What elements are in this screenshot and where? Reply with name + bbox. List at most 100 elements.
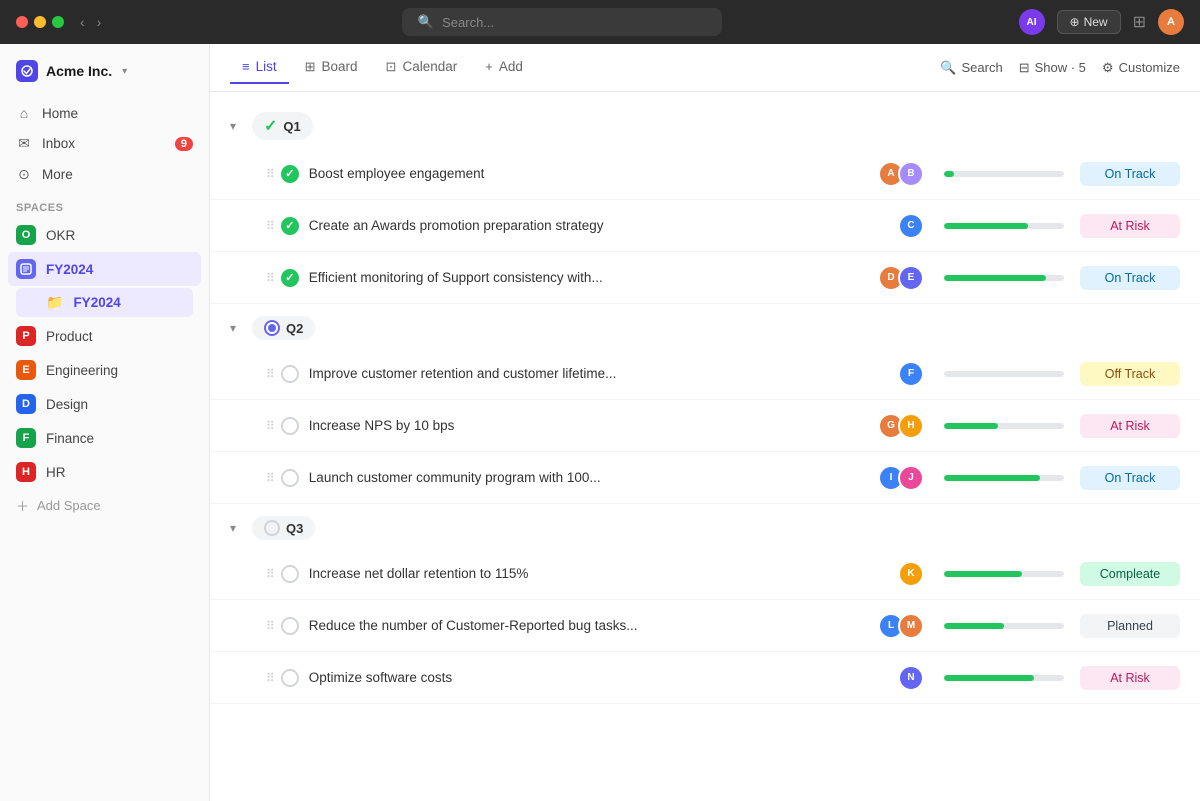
- task-row[interactable]: ⠿ Efficient monitoring of Support consis…: [210, 252, 1200, 304]
- task-avatars: F: [898, 361, 924, 387]
- quarter-toggle[interactable]: ▾: [230, 521, 244, 535]
- q-empty-icon: [264, 520, 280, 536]
- drag-handle[interactable]: ⠿: [266, 271, 275, 285]
- forward-button[interactable]: ›: [93, 12, 106, 32]
- task-checkbox[interactable]: [281, 565, 299, 583]
- task-avatars: AB: [878, 161, 924, 187]
- drag-handle[interactable]: ⠿: [266, 219, 275, 233]
- space-item-design[interactable]: D Design: [8, 387, 201, 421]
- status-badge: At Risk: [1080, 666, 1180, 690]
- customize-action[interactable]: ⚙ Customize: [1102, 60, 1180, 76]
- space-item-finance[interactable]: F Finance: [8, 421, 201, 455]
- close-button[interactable]: [16, 16, 28, 28]
- quarter-header-q3[interactable]: ▾ Q3: [210, 504, 1200, 548]
- sidebar-nav: ⌂ Home ✉ Inbox 9 ⊙ More: [0, 94, 209, 194]
- task-list: ▾ ✓ Q1 ⠿ Boost employee engagement AB On…: [210, 92, 1200, 801]
- task-checkbox[interactable]: [281, 365, 299, 383]
- task-avatars: C: [898, 213, 924, 239]
- task-avatars: GH: [878, 413, 924, 439]
- task-row[interactable]: ⠿ Boost employee engagement AB On Track: [210, 148, 1200, 200]
- brand-header[interactable]: Acme Inc. ▾: [0, 56, 209, 94]
- task-avatars: LM: [878, 613, 924, 639]
- ai-badge[interactable]: AI: [1019, 9, 1045, 35]
- task-checkbox[interactable]: [281, 469, 299, 487]
- space-subfolder-fy2024[interactable]: 📁 FY2024: [16, 288, 193, 317]
- minimize-button[interactable]: [34, 16, 46, 28]
- space-item-engineering[interactable]: E Engineering: [8, 353, 201, 387]
- task-name: Optimize software costs: [309, 670, 898, 685]
- title-bar-left: ‹ ›: [16, 12, 105, 32]
- quarter-label: Q1: [283, 119, 300, 134]
- task-row[interactable]: ⠿ Increase net dollar retention to 115% …: [210, 548, 1200, 600]
- folder-icon: 📁: [46, 294, 63, 311]
- home-icon: ⌂: [16, 105, 32, 121]
- task-row[interactable]: ⠿ Increase NPS by 10 bps GH At Risk: [210, 400, 1200, 452]
- task-progress: [944, 571, 1064, 577]
- space-item-okr[interactable]: O OKR: [8, 218, 201, 252]
- status-badge: Planned: [1080, 614, 1180, 638]
- toolbar-actions: 🔍 Search ⊟ Show · 5 ⚙ Customize: [940, 60, 1180, 76]
- grid-icon[interactable]: ⊞: [1133, 12, 1146, 32]
- quarter-header-q2[interactable]: ▾ Q2: [210, 304, 1200, 348]
- tab-board[interactable]: ⊞ Board: [293, 51, 370, 85]
- task-checkbox[interactable]: [281, 217, 299, 235]
- list-icon: ≡: [242, 59, 250, 74]
- task-row[interactable]: ⠿ Improve customer retention and custome…: [210, 348, 1200, 400]
- task-checkbox[interactable]: [281, 669, 299, 687]
- space-dot-fy2024: [16, 259, 36, 279]
- task-name: Improve customer retention and customer …: [309, 366, 898, 381]
- task-avatar: C: [898, 213, 924, 239]
- maximize-button[interactable]: [52, 16, 64, 28]
- task-progress: [944, 623, 1064, 629]
- space-item-hr[interactable]: H HR: [8, 455, 201, 489]
- task-name: Create an Awards promotion preparation s…: [309, 218, 898, 233]
- status-badge: At Risk: [1080, 214, 1180, 238]
- sidebar-item-more[interactable]: ⊙ More: [8, 159, 201, 190]
- add-space-button[interactable]: ＋ Add Space: [0, 489, 209, 522]
- task-checkbox[interactable]: [281, 269, 299, 287]
- space-item-product[interactable]: P Product: [8, 319, 201, 353]
- space-item-fy2024-parent[interactable]: FY2024: [8, 252, 201, 286]
- tab-calendar[interactable]: ⊡ Calendar: [374, 51, 470, 85]
- space-dot-finance: F: [16, 428, 36, 448]
- task-row[interactable]: ⠿ Create an Awards promotion preparation…: [210, 200, 1200, 252]
- main-content: ≡ List ⊞ Board ⊡ Calendar + Add 🔍: [210, 44, 1200, 801]
- task-progress: [944, 275, 1064, 281]
- drag-handle[interactable]: ⠿: [266, 567, 275, 581]
- drag-handle[interactable]: ⠿: [266, 671, 275, 685]
- task-checkbox[interactable]: [281, 417, 299, 435]
- task-avatar: J: [898, 465, 924, 491]
- search-action[interactable]: 🔍 Search: [940, 60, 1002, 76]
- task-row[interactable]: ⠿ Launch customer community program with…: [210, 452, 1200, 504]
- quarter-toggle[interactable]: ▾: [230, 321, 244, 335]
- drag-handle[interactable]: ⠿: [266, 167, 275, 181]
- task-row[interactable]: ⠿ Reduce the number of Customer-Reported…: [210, 600, 1200, 652]
- quarter-header-q1[interactable]: ▾ ✓ Q1: [210, 100, 1200, 148]
- drag-handle[interactable]: ⠿: [266, 471, 275, 485]
- drag-handle[interactable]: ⠿: [266, 367, 275, 381]
- add-tab-icon: +: [485, 59, 493, 74]
- task-progress: [944, 371, 1064, 377]
- user-avatar[interactable]: A: [1158, 9, 1184, 35]
- back-button[interactable]: ‹: [76, 12, 89, 32]
- quarter-toggle[interactable]: ▾: [230, 119, 244, 133]
- sidebar-item-inbox[interactable]: ✉ Inbox 9: [8, 128, 201, 159]
- status-badge: Off Track: [1080, 362, 1180, 386]
- spaces-list: O OKR FY2024 📁 FY2024 P Product: [0, 218, 209, 489]
- tab-list[interactable]: ≡ List: [230, 51, 289, 84]
- show-action[interactable]: ⊟ Show · 5: [1019, 60, 1086, 76]
- global-search-bar[interactable]: 🔍 Search...: [402, 8, 722, 36]
- more-icon: ⊙: [16, 166, 32, 183]
- drag-handle[interactable]: ⠿: [266, 419, 275, 433]
- task-row[interactable]: ⠿ Optimize software costs N At Risk: [210, 652, 1200, 704]
- sidebar-item-home[interactable]: ⌂ Home: [8, 98, 201, 128]
- task-checkbox[interactable]: [281, 165, 299, 183]
- task-checkbox[interactable]: [281, 617, 299, 635]
- task-avatars: K: [898, 561, 924, 587]
- nav-arrows: ‹ ›: [76, 12, 105, 32]
- tab-add[interactable]: + Add: [473, 51, 535, 84]
- task-progress: [944, 423, 1064, 429]
- task-name: Efficient monitoring of Support consiste…: [309, 270, 878, 285]
- new-button[interactable]: ⊕ New: [1057, 10, 1121, 34]
- drag-handle[interactable]: ⠿: [266, 619, 275, 633]
